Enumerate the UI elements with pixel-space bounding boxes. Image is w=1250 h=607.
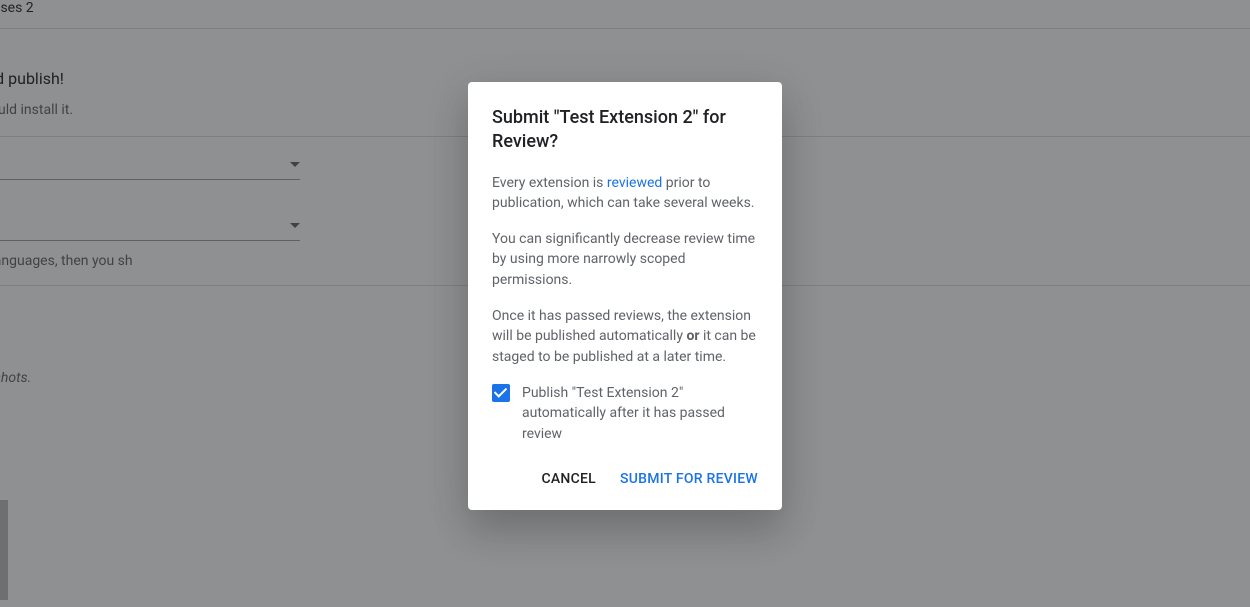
dialog-paragraph-permissions: You can significantly decrease review ti… [492,229,758,290]
submit-review-dialog: Submit "Test Extension 2" for Review? Ev… [468,82,782,510]
auto-publish-label: Publish "Test Extension 2" automatically… [522,383,758,444]
dialog-paragraph-review: Every extension is reviewed prior to pub… [492,173,758,214]
dialog-actions: CANCEL SUBMIT FOR REVIEW [492,464,758,494]
auto-publish-checkbox[interactable] [492,384,510,402]
submit-for-review-button[interactable]: SUBMIT FOR REVIEW [620,464,758,494]
modal-overlay[interactable]: Submit "Test Extension 2" for Review? Ev… [0,0,1250,607]
dialog-paragraph-publish: Once it has passed reviews, the extensio… [492,306,758,367]
cancel-button[interactable]: CANCEL [542,464,596,494]
dialog-title: Submit "Test Extension 2" for Review? [492,106,758,155]
reviewed-link[interactable]: reviewed [607,175,662,191]
